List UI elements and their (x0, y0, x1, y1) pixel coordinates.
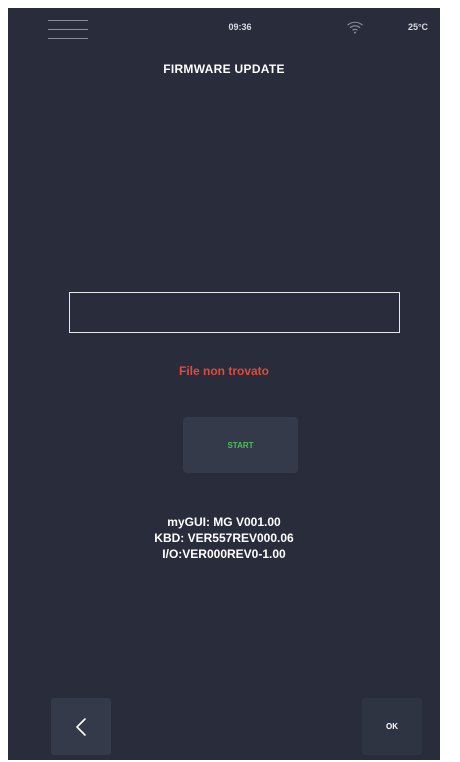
version-line-io: I/O:VER000REV0-1.00 (162, 547, 286, 561)
ok-button-label: OK (386, 722, 398, 731)
version-line-gui: myGUI: MG V001.00 (167, 515, 281, 529)
version-line-kbd: KBD: VER557REV000.06 (154, 531, 294, 545)
start-button[interactable]: START (183, 417, 298, 473)
start-button-label: START (227, 440, 254, 450)
status-bar: 09:36 25°C (8, 8, 440, 48)
page-title: FIRMWARE UPDATE (163, 62, 285, 76)
temperature-readout: 25°C (407, 22, 429, 32)
clock: 09:36 (228, 22, 252, 32)
ok-button[interactable]: OK (362, 698, 422, 755)
hamburger-menu-icon[interactable] (48, 18, 88, 42)
wifi-icon (347, 21, 363, 34)
error-message: File non trovato (179, 364, 269, 378)
firmware-file-field[interactable] (69, 292, 400, 333)
back-button[interactable] (51, 698, 111, 755)
version-info: myGUI: MG V001.00 KBD: VER557REV000.06 I… (8, 514, 440, 562)
chevron-left-icon (76, 717, 86, 736)
firmware-update-screen: 09:36 25°C FIRMWARE UPDATE File non trov… (8, 8, 440, 760)
